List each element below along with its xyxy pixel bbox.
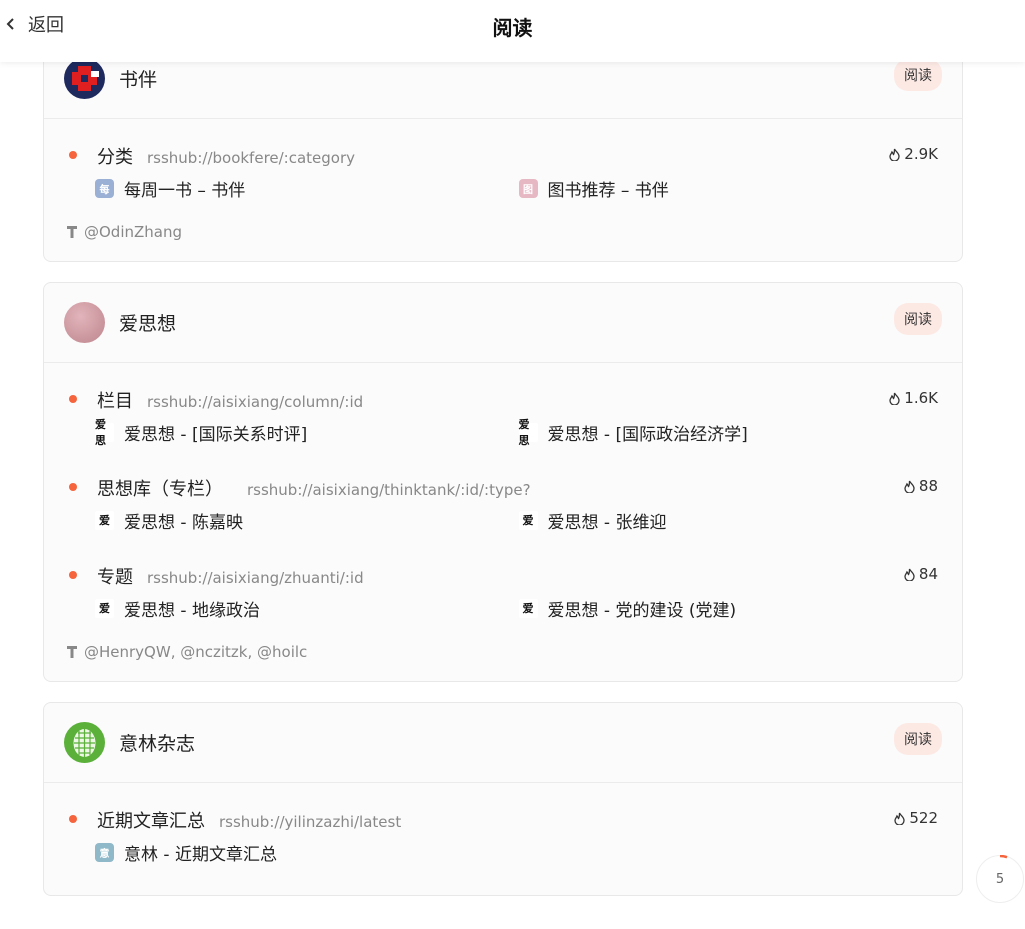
feed-icon: 每 <box>95 178 114 198</box>
route-path[interactable]: rsshub://bookfere/:category <box>147 149 355 167</box>
flame-icon <box>904 568 915 581</box>
heat-value: 522 <box>909 809 938 827</box>
heat-value: 84 <box>918 565 938 583</box>
feed-icon: 图 <box>518 178 538 198</box>
route-list: 书伴 阅读 分类 rsshub://bookfere/:category 2.9… <box>43 38 963 916</box>
route-name: 专题 <box>97 567 133 588</box>
feed-icon: 爱 <box>518 510 538 530</box>
site-card: 意林杂志 阅读 近期文章汇总 rsshub://yilinzazhi/lates… <box>43 702 963 896</box>
example-label: 每周一书 – 书伴 <box>124 180 246 201</box>
category-badge[interactable]: 阅读 <box>894 303 942 335</box>
example-label: 爱思想 - 地缘政治 <box>124 600 260 621</box>
example-label: 爱思想 - 陈嘉映 <box>124 512 243 533</box>
route-name: 分类 <box>97 147 133 168</box>
heat-value: 1.6K <box>904 389 938 407</box>
example-link[interactable]: 爱 爱思想 - 党的建设 (党建) <box>518 595 943 621</box>
example-label: 爱思想 - [国际政治经济学] <box>547 424 748 445</box>
maintainers: @OdinZhang <box>66 223 942 261</box>
site-name: 书伴 <box>119 69 158 91</box>
example-label: 爱思想 - 党的建设 (党建) <box>547 600 737 621</box>
bullet-dot <box>69 815 77 823</box>
bullet-dot <box>69 571 77 579</box>
card-header[interactable]: 爱思想 阅读 <box>44 283 962 363</box>
example-label: 图书推荐 – 书伴 <box>547 180 669 201</box>
maintainer-names[interactable]: @OdinZhang <box>84 223 182 241</box>
route-path[interactable]: rsshub://aisixiang/column/:id <box>147 393 363 411</box>
site-name: 爱思想 <box>119 313 177 335</box>
site-card: 书伴 阅读 分类 rsshub://bookfere/:category 2.9… <box>43 38 963 262</box>
route-item: 分类 rsshub://bookfere/:category 2.9K 每 每周… <box>66 143 942 201</box>
feed-icon: 爱 <box>95 510 114 530</box>
pin-icon <box>67 646 77 658</box>
route-path[interactable]: rsshub://aisixiang/thinktank/:id/:type? <box>247 481 531 499</box>
flame-icon <box>904 480 915 493</box>
heat-value: 2.9K <box>904 145 938 163</box>
category-badge[interactable]: 阅读 <box>894 723 942 755</box>
pin-icon <box>67 226 77 238</box>
flame-icon <box>889 392 900 405</box>
page-title: 阅读 <box>492 16 533 40</box>
bullet-dot <box>69 483 77 491</box>
scroll-progress-button[interactable]: 5 <box>976 855 1024 903</box>
example-label: 意林 - 近期文章汇总 <box>124 844 277 865</box>
example-label: 爱思想 - [国际关系时评] <box>124 424 308 445</box>
example-link[interactable]: 爱思 爱思想 - [国际关系时评] <box>95 418 519 447</box>
route-item: 栏目 rsshub://aisixiang/column/:id 1.6K 爱思… <box>66 387 943 447</box>
example-link[interactable]: 爱思 爱思想 - [国际政治经济学] <box>518 418 943 447</box>
route-item: 思想库（专栏） rsshub://aisixiang/thinktank/:id… <box>66 475 942 533</box>
feed-icon: 爱思 <box>518 418 538 447</box>
route-item: 近期文章汇总 rsshub://yilinzazhi/latest 522 意 … <box>66 807 942 865</box>
example-link[interactable]: 每 每周一书 – 书伴 <box>95 175 519 201</box>
heat-count: 84 <box>903 565 938 583</box>
category-badge[interactable]: 阅读 <box>894 59 942 91</box>
site-name: 意林杂志 <box>119 733 196 755</box>
example-link[interactable]: 意 意林 - 近期文章汇总 <box>95 839 542 865</box>
heat-count: 1.6K <box>888 389 938 407</box>
site-avatar <box>64 58 105 99</box>
site-avatar <box>64 722 105 763</box>
route-name: 近期文章汇总 <box>97 811 205 832</box>
site-card: 爱思想 阅读 栏目 rsshub://aisixiang/column/:id … <box>43 282 963 682</box>
heat-value: 88 <box>918 477 938 495</box>
route-path[interactable]: rsshub://yilinzazhi/latest <box>219 813 401 831</box>
route-name: 思想库（专栏） <box>97 479 223 500</box>
example-link[interactable]: 爱 爱思想 - 地缘政治 <box>95 595 519 621</box>
example-link[interactable]: 图 图书推荐 – 书伴 <box>518 175 943 201</box>
feed-icon: 爱 <box>518 598 538 618</box>
bullet-dot <box>69 395 77 403</box>
heat-count: 2.9K <box>888 145 938 163</box>
maintainers: @HenryQW, @nczitzk, @hoilc <box>66 643 942 681</box>
example-label: 爱思想 - 张维迎 <box>547 512 667 533</box>
maintainer-names[interactable]: @HenryQW, @nczitzk, @hoilc <box>84 643 307 661</box>
site-avatar <box>64 302 105 343</box>
card-header[interactable]: 意林杂志 阅读 <box>44 703 962 783</box>
example-link[interactable]: 爱 爱思想 - 陈嘉映 <box>95 507 519 533</box>
progress-ring-icon <box>999 855 1008 859</box>
flame-icon <box>894 812 906 825</box>
feed-icon: 爱思 <box>95 418 114 447</box>
route-item: 专题 rsshub://aisixiang/zhuanti/:id 84 爱 爱… <box>66 563 942 621</box>
top-bar: 返回 阅读 <box>0 0 1025 62</box>
route-name: 栏目 <box>97 391 133 412</box>
feed-icon: 意 <box>95 842 114 862</box>
feed-icon: 爱 <box>95 598 114 618</box>
bullet-dot <box>69 151 77 159</box>
heat-count: 88 <box>903 477 938 495</box>
example-link[interactable]: 爱 爱思想 - 张维迎 <box>518 507 943 533</box>
heat-count: 522 <box>893 809 938 827</box>
flame-icon <box>889 148 900 161</box>
route-path[interactable]: rsshub://aisixiang/zhuanti/:id <box>147 569 364 587</box>
